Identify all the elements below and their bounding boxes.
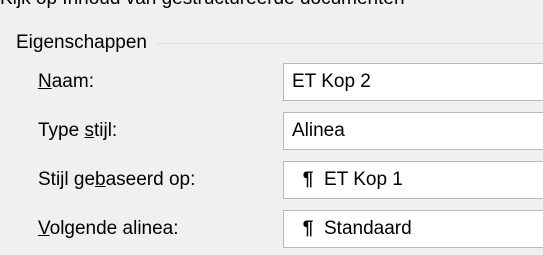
group-title: Eigenschappen bbox=[16, 32, 147, 53]
name-value: ET Kop 2 bbox=[292, 71, 371, 92]
properties-group-header: Eigenschappen bbox=[16, 31, 543, 55]
next-paragraph-select[interactable]: ¶ Standaard bbox=[283, 210, 543, 248]
name-input[interactable]: ET Kop 2 bbox=[283, 63, 543, 101]
style-type-label-accelerator: s bbox=[84, 120, 94, 141]
based-on-label-pre: Stijl ge bbox=[38, 169, 96, 190]
pilcrow-icon: ¶ bbox=[302, 218, 314, 239]
clipped-header-text: Kijk op Inhoud van gestructureerde docum… bbox=[0, 0, 543, 8]
name-label-text: aam: bbox=[51, 71, 94, 92]
based-on-label-text: aseerd op: bbox=[105, 169, 196, 190]
style-type-label-text: tijl: bbox=[93, 120, 118, 141]
row-based-on: Stijl gebaseerd op: ¶ ET Kop 1 bbox=[0, 160, 543, 201]
name-label-accelerator: N bbox=[38, 71, 52, 92]
pilcrow-icon: ¶ bbox=[302, 169, 314, 190]
style-type-value: Alinea bbox=[292, 120, 345, 141]
next-paragraph-label-text: olgende alinea: bbox=[49, 218, 179, 239]
style-properties-dialog: Kijk op Inhoud van gestructureerde docum… bbox=[0, 0, 543, 255]
style-type-select[interactable]: Alinea bbox=[283, 112, 543, 150]
row-style-type: Type stijl: Alinea bbox=[0, 111, 543, 152]
based-on-label: Stijl gebaseerd op: bbox=[38, 168, 195, 192]
row-name: Naam: ET Kop 2 bbox=[0, 62, 543, 103]
style-type-label-pre: Type bbox=[38, 120, 85, 141]
next-paragraph-label-accelerator: V bbox=[38, 218, 50, 239]
based-on-value: ET Kop 1 bbox=[324, 169, 403, 190]
based-on-label-accelerator: b bbox=[95, 169, 106, 190]
group-divider bbox=[157, 42, 543, 44]
based-on-select[interactable]: ¶ ET Kop 1 bbox=[283, 161, 543, 199]
row-next-paragraph: Volgende alinea: ¶ Standaard bbox=[0, 209, 543, 250]
next-paragraph-value: Standaard bbox=[324, 218, 412, 239]
next-paragraph-label: Volgende alinea: bbox=[38, 217, 179, 241]
style-type-label: Type stijl: bbox=[38, 119, 117, 143]
name-label: Naam: bbox=[38, 70, 94, 94]
